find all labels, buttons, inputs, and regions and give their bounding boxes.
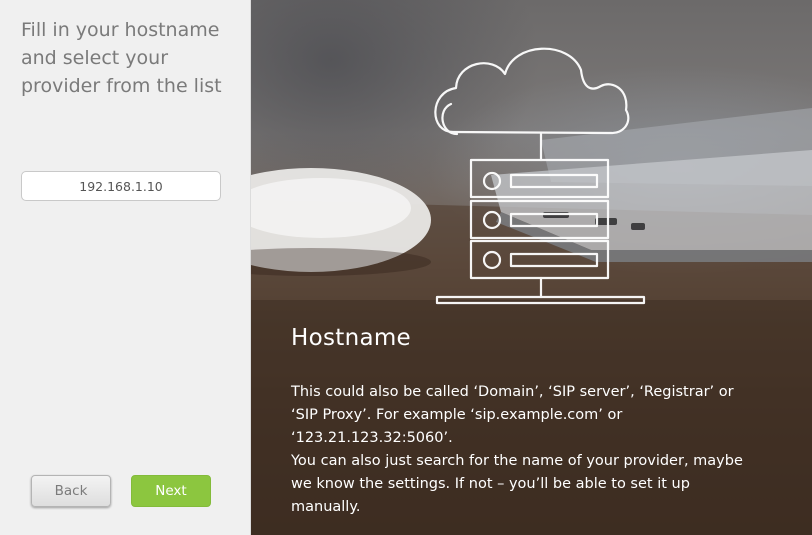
info-panel: Hostname This could also be called ‘Doma… [251, 0, 812, 535]
instruction-heading: Fill in your hostname and select your pr… [21, 19, 222, 97]
setup-window: Fill in your hostname and select your pr… [0, 0, 812, 535]
info-title: Hostname [291, 325, 411, 351]
hostname-input[interactable] [21, 171, 221, 201]
info-paragraph-aliases: This could also be called ‘Domain’, ‘SIP… [291, 384, 734, 446]
next-button[interactable]: Next [131, 475, 211, 507]
form-panel: Fill in your hostname and select your pr… [0, 0, 251, 535]
info-description: This could also be called ‘Domain’, ‘SIP… [291, 381, 761, 519]
info-paragraph-search: You can also just search for the name of… [291, 453, 743, 515]
back-button[interactable]: Back [31, 475, 111, 507]
